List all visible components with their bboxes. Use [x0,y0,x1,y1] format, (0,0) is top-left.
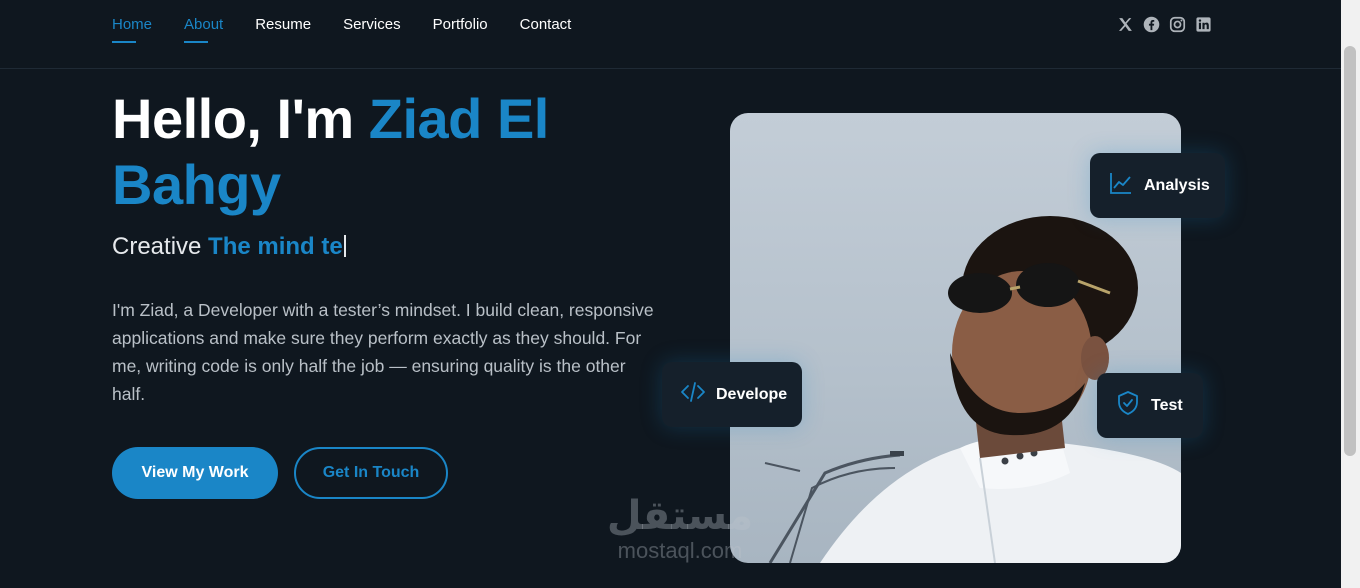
instagram-icon[interactable] [1169,16,1186,33]
mostaql-watermark: مستقل mostaql.com [600,492,760,562]
nav-about[interactable]: About [184,16,223,43]
nav-resume[interactable]: Resume [255,16,311,43]
nav-contact[interactable]: Contact [520,16,572,43]
subtitle-typed: The mind te [208,233,343,260]
develope-badge: Develope [662,362,802,427]
line-chart-icon [1108,170,1134,201]
test-badge: Test [1097,373,1203,438]
scrollbar-thumb[interactable] [1344,46,1356,456]
analysis-badge: Analysis [1090,153,1225,218]
develope-label: Develope [716,385,788,403]
hero-greeting: Hello, I'm [112,87,369,150]
facebook-icon[interactable] [1143,16,1160,33]
watermark-latin: mostaql.com [617,538,743,563]
linkedin-icon[interactable] [1195,16,1212,33]
analysis-label: Analysis [1144,176,1210,194]
hero-subtitle: Creative The mind te [112,232,346,262]
social-links [1117,16,1212,33]
main-nav: Home About Resume Services Portfolio Con… [112,16,571,43]
page: Home About Resume Services Portfolio Con… [0,0,1360,588]
nav-home[interactable]: Home [112,16,152,43]
test-label: Test [1151,396,1183,414]
nav-portfolio[interactable]: Portfolio [433,16,488,43]
typing-caret [343,235,346,257]
page-scrollbar[interactable] [1341,0,1360,588]
hero-title: Hello, I'm Ziad El Bahgy [112,86,672,218]
nav-services[interactable]: Services [343,16,401,43]
site-header: Home About Resume Services Portfolio Con… [0,0,1341,69]
hero-description: I'm Ziad, a Developer with a tester’s mi… [112,300,654,404]
subtitle-prefix: Creative [112,233,209,260]
get-in-touch-button[interactable]: Get In Touch [294,447,448,499]
watermark-arabic: مستقل [606,493,754,539]
shield-check-icon [1115,390,1141,421]
code-icon [680,379,706,410]
view-my-work-button[interactable]: View My Work [112,447,278,499]
x-icon[interactable] [1117,16,1134,33]
